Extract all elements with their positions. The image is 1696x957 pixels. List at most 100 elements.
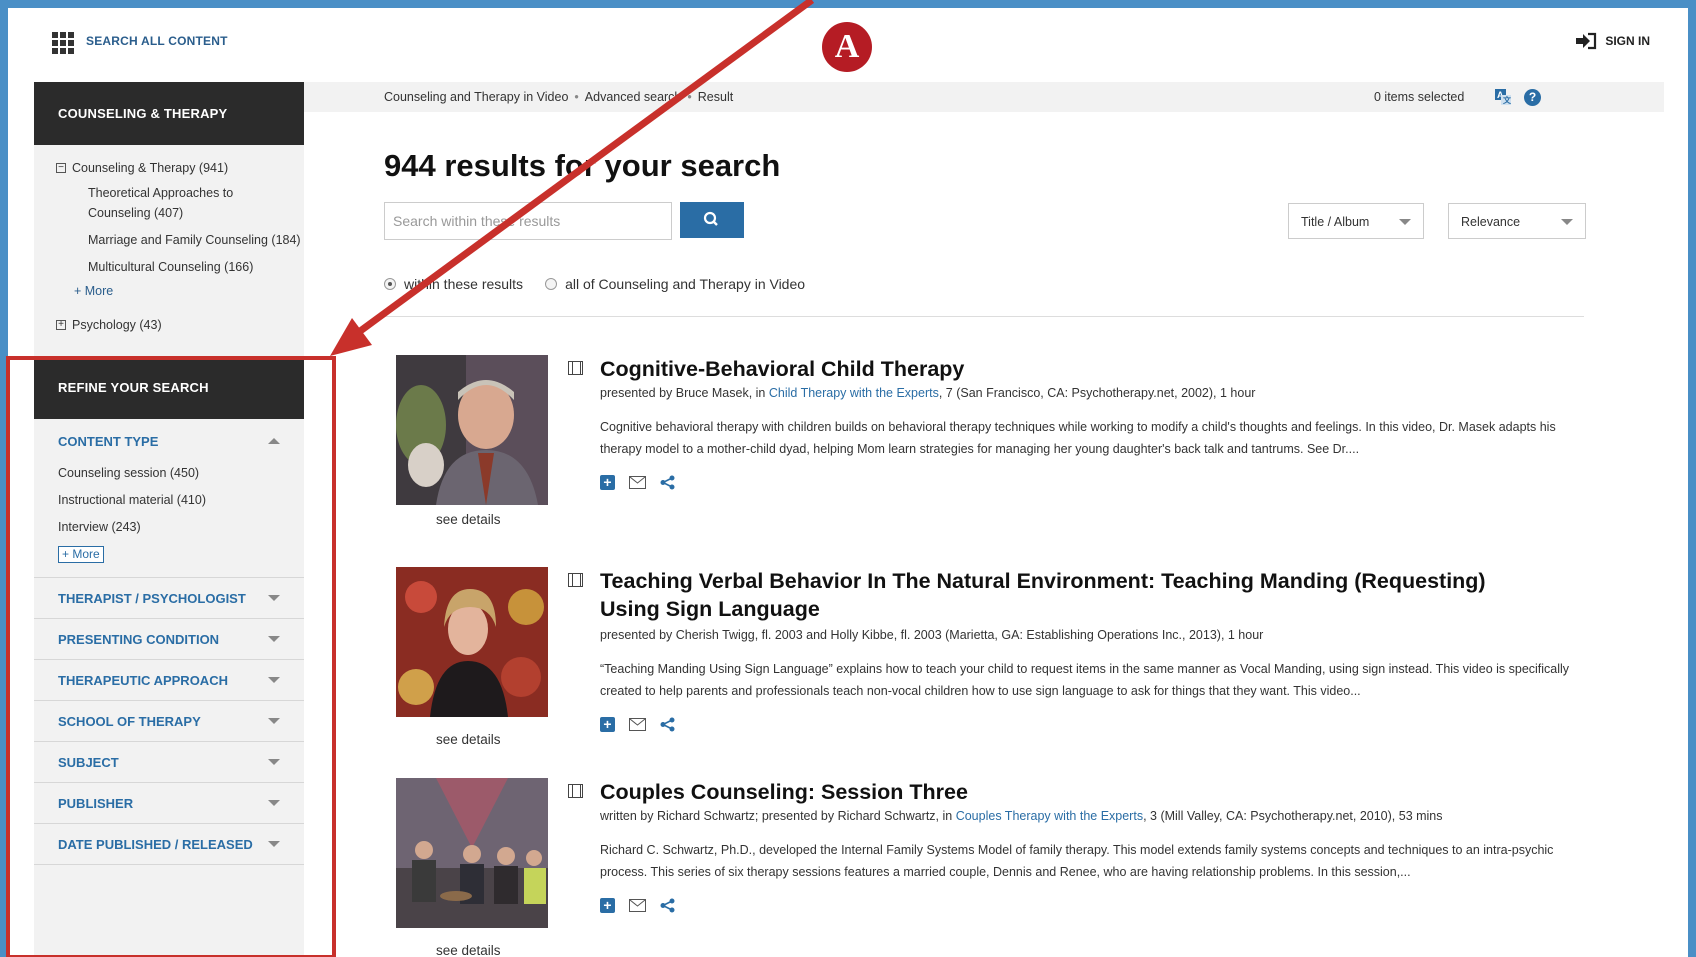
- sort-select[interactable]: Relevance: [1448, 203, 1586, 239]
- facet-title: DATE PUBLISHED / RELEASED: [58, 836, 253, 852]
- top-bar: SEARCH ALL CONTENT A SIGN IN: [8, 8, 1688, 82]
- add-to-list-icon[interactable]: +: [600, 717, 615, 732]
- email-icon[interactable]: [629, 718, 646, 731]
- chevron-up-icon: [268, 438, 280, 444]
- sign-in-button[interactable]: SIGN IN: [1575, 32, 1650, 50]
- result-title[interactable]: Couples Counseling: Session Three: [600, 778, 1550, 806]
- facet-item-interview[interactable]: Interview (243): [58, 520, 280, 534]
- facet-more-button[interactable]: + More: [58, 546, 104, 563]
- translate-icon[interactable]: A文: [1494, 88, 1512, 106]
- search-icon: [703, 211, 718, 226]
- chevron-down-icon: [268, 759, 280, 765]
- help-icon[interactable]: ?: [1524, 89, 1541, 106]
- items-selected-count[interactable]: 0 items selected: [1374, 90, 1464, 104]
- facet-title: SCHOOL OF THERAPY: [58, 713, 201, 729]
- chevron-down-icon: [1399, 219, 1411, 225]
- result-item: see details Teaching Verbal Behavior In …: [396, 567, 1596, 757]
- expand-icon[interactable]: +: [56, 320, 66, 330]
- tree-item-marriage-family[interactable]: Marriage and Family Counseling (184): [88, 230, 304, 250]
- tree-item-multicultural[interactable]: Multicultural Counseling (166): [88, 257, 304, 277]
- radio-all-collection[interactable]: [545, 278, 558, 290]
- facet-content-type-toggle[interactable]: CONTENT TYPE: [58, 429, 280, 453]
- share-icon[interactable]: [660, 717, 675, 732]
- facet-school-of-therapy[interactable]: SCHOOL OF THERAPY: [34, 701, 304, 742]
- facet-title: PUBLISHER: [58, 795, 134, 811]
- tree-item-psychology[interactable]: + Psychology (43): [56, 318, 304, 332]
- see-details-link[interactable]: see details: [436, 512, 501, 527]
- svg-text:文: 文: [1503, 95, 1512, 105]
- facet-item-instructional-material[interactable]: Instructional material (410): [58, 493, 280, 507]
- search-all-content-link[interactable]: SEARCH ALL CONTENT: [86, 34, 228, 48]
- result-meta-text: written by Richard Schwartz; presented b…: [600, 809, 956, 823]
- result-item: see details Couples Counseling: Session …: [396, 778, 1596, 957]
- results-count-heading: 944 results for your search: [384, 148, 781, 183]
- sign-in-label: SIGN IN: [1605, 34, 1650, 48]
- facet-date-published[interactable]: DATE PUBLISHED / RELEASED: [34, 824, 304, 865]
- email-icon[interactable]: [629, 476, 646, 489]
- video-icon: [568, 573, 583, 587]
- facet-publisher[interactable]: PUBLISHER: [34, 783, 304, 824]
- share-icon[interactable]: [660, 898, 675, 913]
- result-meta: presented by Bruce Masek, in Child Thera…: [600, 386, 1600, 400]
- see-details-link[interactable]: see details: [436, 943, 501, 957]
- add-to-list-icon[interactable]: +: [600, 475, 615, 490]
- chevron-down-icon: [268, 636, 280, 642]
- result-description: Cognitive behavioral therapy with childr…: [600, 420, 1556, 456]
- apps-grid-icon[interactable]: [52, 32, 78, 54]
- search-scope-radios: within these results all of Counseling a…: [384, 276, 805, 292]
- result-actions: +: [600, 717, 675, 732]
- radio-within-results[interactable]: [384, 278, 396, 290]
- site-logo[interactable]: A: [822, 22, 872, 72]
- result-title[interactable]: Teaching Verbal Behavior In The Natural …: [600, 567, 1550, 623]
- radio-within-label[interactable]: within these results: [404, 276, 523, 292]
- tree-item-label[interactable]: Psychology (43): [72, 318, 162, 332]
- chevron-down-icon: [268, 718, 280, 724]
- search-button[interactable]: [680, 202, 744, 238]
- result-thumbnail[interactable]: [396, 355, 548, 505]
- facet-presenting-condition[interactable]: PRESENTING CONDITION: [34, 619, 304, 660]
- tree-item-label[interactable]: Counseling & Therapy (941): [72, 161, 228, 175]
- result-meta: written by Richard Schwartz; presented b…: [600, 809, 1600, 823]
- result-meta-text: presented by Bruce Masek, in: [600, 386, 769, 400]
- video-icon: [568, 784, 583, 798]
- select-value: Title / Album: [1301, 215, 1370, 229]
- facet-title: THERAPIST / PSYCHOLOGIST: [58, 590, 246, 606]
- facet-item-counseling-session[interactable]: Counseling session (450): [58, 466, 280, 480]
- tree-children: Theoretical Approaches to Counseling (407…: [56, 183, 304, 277]
- breadcrumb-separator: •: [687, 90, 692, 104]
- breadcrumb-separator: •: [574, 90, 579, 104]
- result-thumbnail[interactable]: [396, 567, 548, 717]
- search-within-input[interactable]: Search within these results: [384, 202, 672, 240]
- add-to-list-icon[interactable]: +: [600, 898, 615, 913]
- share-icon[interactable]: [660, 475, 675, 490]
- result-title[interactable]: Cognitive-Behavioral Child Therapy: [600, 355, 1550, 383]
- result-description: Richard C. Schwartz, Ph.D., developed th…: [600, 843, 1554, 879]
- facet-title: CONTENT TYPE: [58, 433, 159, 449]
- facet-therapist[interactable]: THERAPIST / PSYCHOLOGIST: [34, 578, 304, 619]
- breadcrumb-item[interactable]: Counseling and Therapy in Video: [384, 90, 568, 104]
- collapse-icon[interactable]: −: [56, 163, 66, 173]
- result-thumbnail[interactable]: [396, 778, 548, 928]
- facet-title: THERAPEUTIC APPROACH: [58, 672, 228, 688]
- search-field-select[interactable]: Title / Album: [1288, 203, 1424, 239]
- chevron-down-icon: [1561, 219, 1573, 225]
- result-actions: +: [600, 475, 675, 490]
- tree-more-link[interactable]: + More: [56, 284, 304, 298]
- tree-item-theoretical-approaches[interactable]: Theoretical Approaches to Counseling (407…: [88, 183, 304, 223]
- facet-therapeutic-approach[interactable]: THERAPEUTIC APPROACH: [34, 660, 304, 701]
- refine-header: REFINE YOUR SEARCH: [34, 356, 304, 419]
- radio-all-label[interactable]: all of Counseling and Therapy in Video: [565, 276, 805, 292]
- result-series-link[interactable]: Couples Therapy with the Experts: [956, 809, 1143, 823]
- breadcrumb-item[interactable]: Advanced search: [585, 90, 682, 104]
- see-details-link[interactable]: see details: [436, 732, 501, 747]
- sign-in-icon: [1576, 32, 1597, 50]
- sidebar: COUNSELING & THERAPY − Counseling & Ther…: [34, 82, 304, 957]
- facet-subject[interactable]: SUBJECT: [34, 742, 304, 783]
- tree-item-counseling-therapy[interactable]: − Counseling & Therapy (941): [56, 161, 304, 175]
- result-description: “Teaching Manding Using Sign Language” e…: [600, 662, 1570, 698]
- email-icon[interactable]: [629, 899, 646, 912]
- result-actions: +: [600, 898, 675, 913]
- facet-content-type: CONTENT TYPE Counseling session (450) In…: [34, 419, 304, 578]
- facet-title: SUBJECT: [58, 754, 119, 770]
- result-series-link[interactable]: Child Therapy with the Experts: [769, 386, 939, 400]
